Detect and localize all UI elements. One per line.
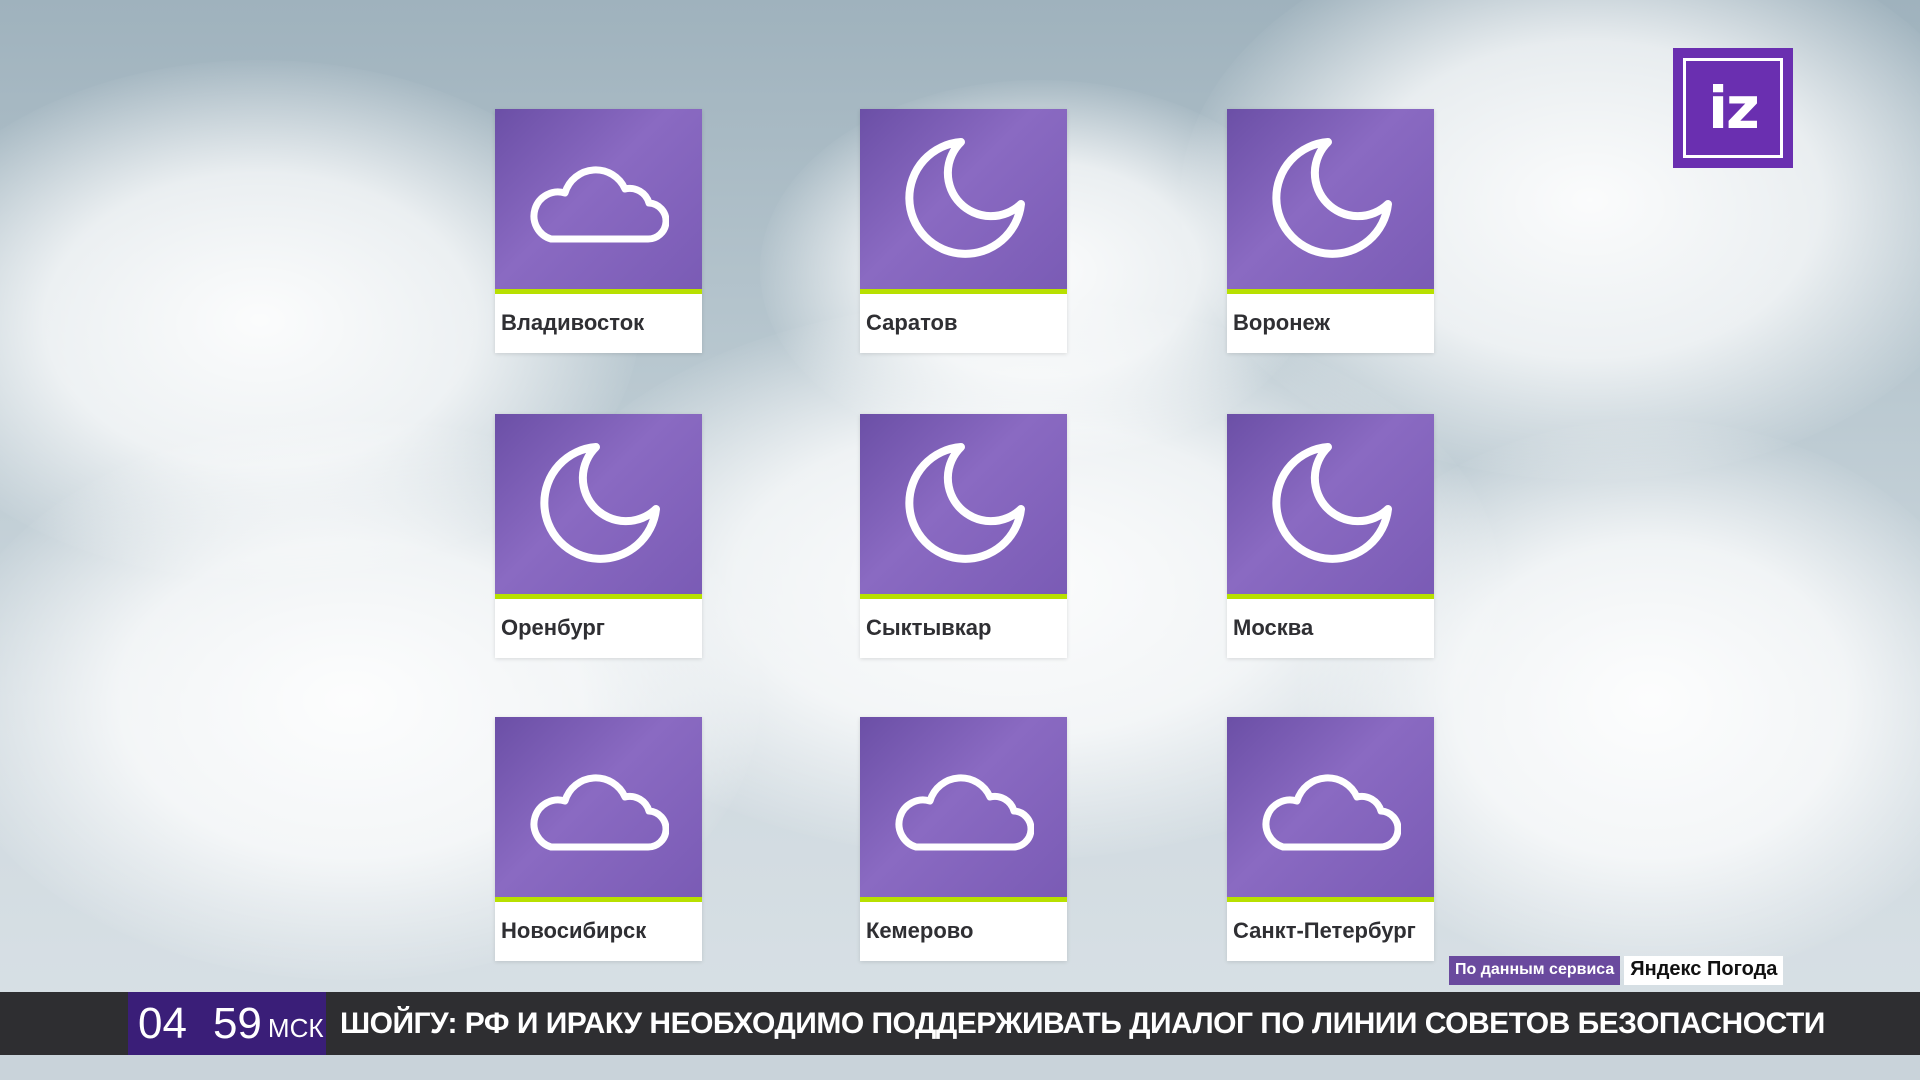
weather-screen: iz Владивосток Саратов Воронеж Оренбург …: [0, 0, 1920, 1080]
clock-minutes: 59: [212, 998, 262, 1048]
bottom-strip: [0, 1055, 1920, 1080]
city-name: Москва: [1227, 599, 1434, 658]
ticker-headline: ШОЙГУ: РФ И ИРАКУ НЕОБХОДИМО ПОДДЕРЖИВАТ…: [340, 1007, 1825, 1040]
moon-icon: [539, 443, 660, 563]
weather-icon-area: [1227, 717, 1434, 897]
city-name: Сыктывкар: [860, 599, 1067, 658]
moon-icon: [904, 443, 1025, 563]
cloud-icon: [1261, 774, 1401, 851]
city-grid: Владивосток Саратов Воронеж Оренбург Сык…: [0, 0, 1920, 1080]
city-name: Санкт-Петербург: [1227, 902, 1434, 961]
weather-icon-area: [860, 109, 1067, 289]
source-prefix: По данным сервиса: [1449, 956, 1621, 985]
city-tile: Воронеж: [1227, 109, 1434, 353]
city-tile: Санкт-Петербург: [1227, 717, 1434, 961]
city-name: Оренбург: [495, 599, 702, 658]
city-tile: Сыктывкар: [860, 414, 1067, 658]
city-tile: Новосибирск: [495, 717, 702, 961]
weather-icon-area: [860, 414, 1067, 594]
clock-timezone: МСК: [267, 1013, 324, 1043]
weather-icon-area: [495, 414, 702, 594]
city-name: Владивосток: [495, 294, 702, 353]
city-tile: Оренбург: [495, 414, 702, 658]
city-tile: Москва: [1227, 414, 1434, 658]
moon-icon: [1271, 443, 1392, 563]
source-service: Яндекс Погода: [1624, 956, 1784, 985]
city-tile: Саратов: [860, 109, 1067, 353]
clock: 04 59 МСК: [128, 992, 326, 1055]
moon-icon: [1271, 138, 1392, 258]
cloud-icon: [894, 774, 1034, 851]
weather-icon-area: [495, 109, 702, 289]
cloud-icon: [529, 166, 669, 243]
weather-icon-area: [1227, 414, 1434, 594]
city-name: Воронеж: [1227, 294, 1434, 353]
data-source-badge: По данным сервиса Яндекс Погода: [1449, 956, 1784, 985]
moon-icon: [904, 138, 1025, 258]
weather-icon-area: [1227, 109, 1434, 289]
weather-icon-area: [860, 717, 1067, 897]
city-tile: Владивосток: [495, 109, 702, 353]
city-name: Саратов: [860, 294, 1067, 353]
news-ticker: 04 59 МСК ШОЙГУ: РФ И ИРАКУ НЕОБХОДИМО П…: [0, 992, 1920, 1055]
city-tile: Кемерово: [860, 717, 1067, 961]
cloud-icon: [529, 774, 669, 851]
city-name: Кемерово: [860, 902, 1067, 961]
clock-hours: 04: [138, 998, 187, 1048]
city-name: Новосибирск: [495, 902, 702, 961]
weather-icon-area: [495, 717, 702, 897]
